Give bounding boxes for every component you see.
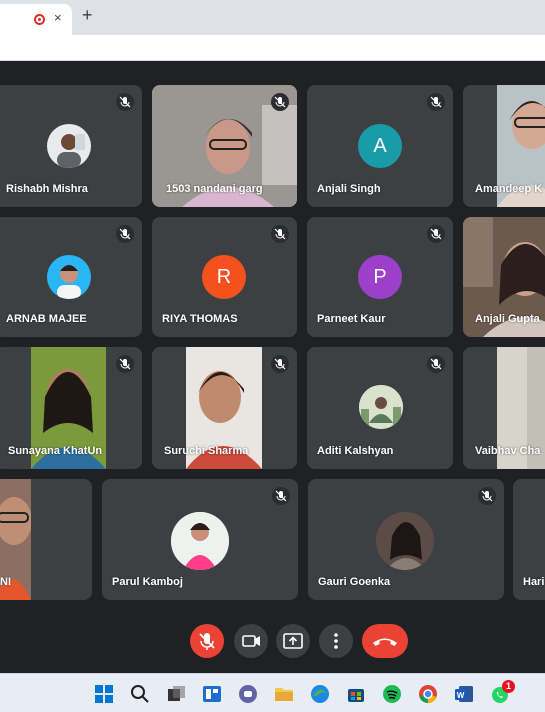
mic-muted-icon: [272, 487, 290, 505]
tile-anjali-gupta[interactable]: Anjali Gupta: [463, 217, 545, 337]
teams-chat-icon[interactable]: [237, 683, 259, 705]
browser-tab-meet[interactable]: ×: [0, 4, 72, 35]
chrome-icon[interactable]: [417, 683, 439, 705]
mic-muted-icon: [116, 225, 134, 243]
participant-name: Anjali Gupta: [475, 313, 540, 325]
recording-icon: [34, 14, 45, 25]
meeting-controls: [0, 620, 545, 664]
participant-name: Hari: [523, 576, 545, 588]
avatar: [376, 512, 434, 570]
widgets-icon[interactable]: [201, 683, 223, 705]
present-icon: [283, 633, 303, 649]
tile-parul-kamboj[interactable]: Parul Kamboj: [102, 479, 298, 600]
avatar-initial: P: [358, 255, 402, 299]
participant-name: 1503 nandani garg: [166, 183, 263, 195]
tile-hari[interactable]: Hari: [513, 479, 545, 600]
windows-start-icon[interactable]: [93, 683, 115, 705]
toggle-mic-button[interactable]: [190, 624, 224, 658]
mic-muted-icon: [427, 225, 445, 243]
present-screen-button[interactable]: [276, 624, 310, 658]
tile-rishabh-mishra[interactable]: Rishabh Mishra: [0, 85, 142, 207]
windows-taskbar: W 1: [0, 673, 545, 712]
tile-riya-thomas[interactable]: R RIYA THOMAS: [152, 217, 297, 337]
camera-icon: [242, 635, 260, 647]
participant-name: ARNAB MAJEE: [6, 313, 87, 325]
spotify-icon[interactable]: [381, 683, 403, 705]
participant-name: Anjali Singh: [317, 183, 381, 195]
mic-muted-icon: [427, 355, 445, 373]
avatar: [171, 512, 229, 570]
browser-address-bar[interactable]: [0, 35, 545, 61]
participant-name: Suruchi Sharma: [164, 445, 249, 457]
search-icon[interactable]: [129, 683, 151, 705]
edge-icon[interactable]: [309, 683, 331, 705]
tile-gauri-goenka[interactable]: Gauri Goenka: [308, 479, 504, 600]
browser-tab-strip: × +: [0, 0, 545, 35]
mic-muted-icon: [271, 225, 289, 243]
more-options-button[interactable]: [319, 624, 353, 658]
mic-muted-icon: [116, 93, 134, 111]
participant-name: Sunayana KhatUn: [8, 445, 103, 457]
participant-name: Amandeep K: [475, 183, 543, 195]
task-view-icon[interactable]: [165, 683, 187, 705]
tile-anjali-singh[interactable]: A Anjali Singh: [307, 85, 453, 207]
tile-amandeep[interactable]: Amandeep K: [463, 85, 545, 207]
mic-muted-icon: [271, 355, 289, 373]
leave-call-button[interactable]: [362, 624, 408, 658]
avatar: [47, 124, 91, 168]
tile-aditi-kalshyan[interactable]: Aditi Kalshyan: [307, 347, 453, 469]
participant-name: RIYA THOMAS: [162, 313, 238, 325]
meet-participant-grid: Rishabh Mishra 1503 nandani garg A Anjal…: [0, 61, 545, 673]
new-tab-button[interactable]: +: [82, 5, 93, 26]
word-icon[interactable]: W: [453, 683, 475, 705]
participant-name: NI: [0, 576, 11, 588]
tile-parneet-kaur[interactable]: P Parneet Kaur: [307, 217, 453, 337]
file-explorer-icon[interactable]: [273, 683, 295, 705]
avatar: [47, 255, 91, 299]
participant-name: Gauri Goenka: [318, 576, 391, 588]
avatar-initial: R: [202, 255, 246, 299]
participant-name: Parneet Kaur: [317, 313, 386, 325]
participant-name: Aditi Kalshyan: [317, 445, 394, 457]
tile-suruchi-sharma[interactable]: Suruchi Sharma: [152, 347, 297, 469]
participant-name: Vaibhav Cha: [475, 445, 541, 457]
mic-muted-icon: [478, 487, 496, 505]
tile-nandani-garg[interactable]: 1503 nandani garg: [152, 85, 297, 207]
tab-close-icon[interactable]: ×: [54, 10, 62, 25]
svg-text:W: W: [457, 691, 465, 700]
mic-muted-icon: [427, 93, 445, 111]
more-vert-icon: [334, 633, 338, 649]
mic-muted-icon: [271, 93, 289, 111]
tile-arnab-majee[interactable]: ARNAB MAJEE: [0, 217, 142, 337]
tile-ni[interactable]: NI: [0, 479, 92, 600]
hang-up-icon: [373, 638, 397, 646]
tile-sunayana-khatun[interactable]: Sunayana KhatUn: [0, 347, 142, 469]
tile-vaibhav[interactable]: Vaibhav Cha: [463, 347, 545, 469]
avatar-initial: A: [358, 124, 402, 168]
whatsapp-notification-badge: 1: [502, 680, 515, 693]
mic-muted-icon: [116, 355, 134, 373]
mic-off-icon: [199, 633, 215, 650]
avatar: [359, 385, 403, 429]
participant-name: Rishabh Mishra: [6, 183, 88, 195]
participant-name: Parul Kamboj: [112, 576, 183, 588]
toggle-camera-button[interactable]: [234, 624, 268, 658]
microsoft-store-icon[interactable]: [345, 683, 367, 705]
